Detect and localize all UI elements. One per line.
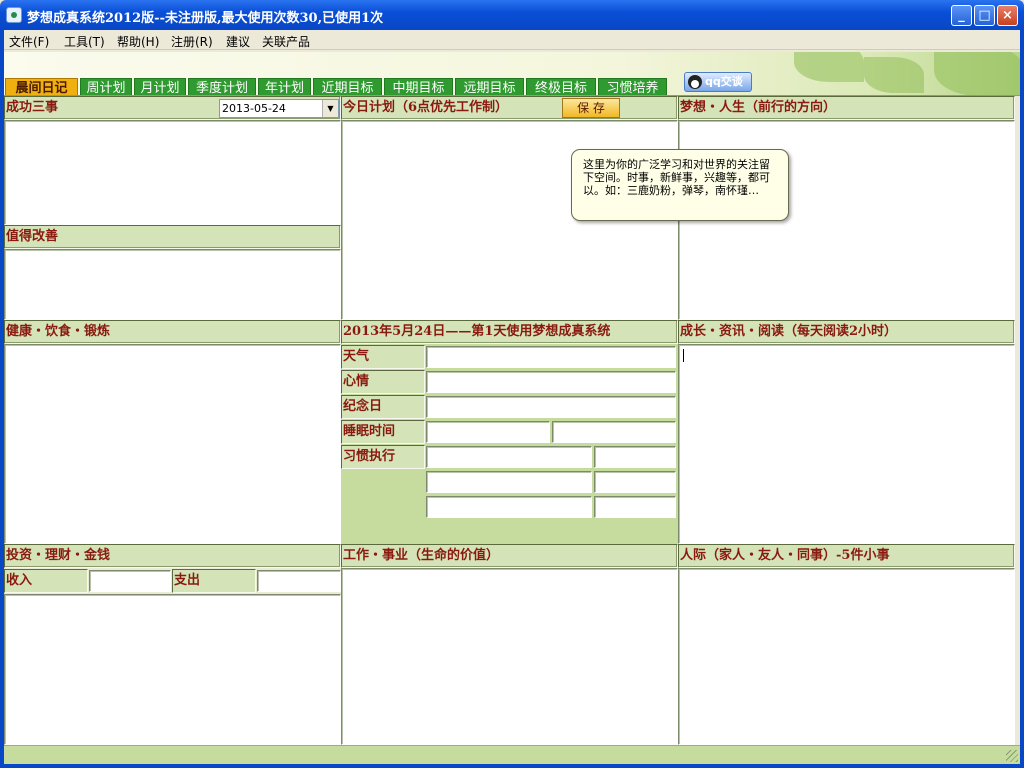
people-header: 人际（家人・友人・同事）-5件小事 (678, 544, 1015, 568)
income-label: 收入 (4, 569, 88, 593)
invest-textarea[interactable] (4, 594, 341, 745)
app-window: 梦想成真系统2012版--未注册版,最大使用次数30,已使用1次 _ □ × 文… (0, 0, 1024, 768)
menu-help[interactable]: 帮助(H) (117, 33, 159, 50)
qq-chat-label: qq交谈 (705, 75, 743, 88)
work-header: 工作・事业（生命的价值） (341, 544, 678, 568)
menu-tools[interactable]: 工具(T) (64, 33, 105, 50)
menu-suggest[interactable]: 建议 (226, 33, 250, 50)
habit-status-input[interactable] (594, 496, 676, 518)
menu-related-products[interactable]: 关联产品 (262, 33, 310, 50)
leaf-decoration (934, 52, 1020, 95)
weather-input[interactable] (426, 346, 676, 368)
maximize-button[interactable]: □ (974, 5, 995, 26)
window-frame-bottom (0, 764, 1024, 768)
habit-input[interactable] (426, 496, 592, 518)
income-input[interactable] (89, 570, 171, 592)
status-bar (4, 745, 1020, 764)
tab-year-plan[interactable]: 年计划 (258, 78, 311, 95)
expense-input[interactable] (257, 570, 341, 592)
day-header: 2013年5月24日——第1天使用梦想成真系统 (341, 320, 678, 344)
window-title: 梦想成真系统2012版--未注册版,最大使用次数30,已使用1次 (27, 11, 384, 26)
habit-input[interactable] (426, 446, 592, 468)
expense-label: 支出 (172, 569, 256, 593)
sleep-end-input[interactable] (552, 421, 676, 443)
tab-month-plan[interactable]: 月计划 (134, 78, 186, 95)
growth-textarea[interactable] (678, 344, 1015, 544)
minimize-button[interactable]: _ (951, 5, 972, 26)
tab-ultimate-goal[interactable]: 终极目标 (526, 78, 596, 95)
improve-header: 值得改善 (4, 225, 341, 249)
tab-habit[interactable]: 习惯培养 (598, 78, 667, 95)
weather-label: 天气 (341, 345, 425, 369)
title-bar[interactable]: 梦想成真系统2012版--未注册版,最大使用次数30,已使用1次 _ □ × (0, 0, 1024, 30)
app-icon[interactable] (6, 7, 22, 23)
habit-label: 习惯执行 (341, 445, 425, 469)
save-button[interactable]: 保 存 (562, 98, 620, 118)
menu-bar: 文件(F) 工具(T) 帮助(H) 注册(R) 建议 关联产品 (0, 30, 1024, 50)
tab-strip: 晨间日记 周计划 月计划 季度计划 年计划 近期目标 中期目标 远期目标 终极目… (4, 52, 1020, 96)
habit-input[interactable] (426, 471, 592, 493)
sleep-start-input[interactable] (426, 421, 550, 443)
health-textarea[interactable] (4, 344, 341, 544)
anniversary-input[interactable] (426, 396, 676, 418)
dream-header: 梦想・人生（前行的方向） (678, 96, 1015, 120)
window-frame-left (0, 30, 4, 768)
habit-status-input[interactable] (594, 471, 676, 493)
chevron-down-icon[interactable]: ▼ (322, 100, 338, 117)
tab-quarter-plan[interactable]: 季度计划 (188, 78, 256, 95)
tab-far-goal[interactable]: 远期目标 (455, 78, 524, 95)
improve-textarea[interactable] (4, 249, 341, 320)
qq-chat-button[interactable]: qq交谈 (684, 72, 752, 92)
tab-near-goal[interactable]: 近期目标 (313, 78, 382, 95)
mood-label: 心情 (341, 370, 425, 394)
people-textarea[interactable] (678, 568, 1015, 745)
leaf-decoration (864, 57, 924, 93)
plan-header: 今日计划（6点优先工作制） (341, 96, 678, 120)
menu-file[interactable]: 文件(F) (9, 33, 49, 50)
leaf-decoration (794, 52, 864, 82)
tab-mid-goal[interactable]: 中期目标 (384, 78, 453, 95)
growth-header: 成长・资讯・阅读（每天阅读2小时） (678, 320, 1015, 344)
window-frame-right (1020, 30, 1024, 768)
habit-status-input[interactable] (594, 446, 676, 468)
invest-header: 投资・理财・金钱 (4, 544, 341, 568)
success-textarea[interactable] (4, 120, 341, 225)
date-picker[interactable]: 2013-05-24 ▼ (219, 99, 339, 118)
work-textarea[interactable] (341, 568, 678, 745)
tab-morning-diary[interactable]: 晨间日记 (5, 78, 78, 95)
health-header: 健康・饮食・锻炼 (4, 320, 341, 344)
text-caret (683, 349, 684, 362)
tooltip: 这里为你的广泛学习和对世界的关注留下空间。时事，新鲜事，兴趣等，都可以。如：三鹿… (571, 149, 789, 221)
menu-register[interactable]: 注册(R) (171, 33, 213, 50)
sleep-label: 睡眠时间 (341, 420, 425, 444)
close-button[interactable]: × (997, 5, 1018, 26)
tab-week-plan[interactable]: 周计划 (80, 78, 132, 95)
qq-penguin-icon (688, 75, 702, 89)
anniversary-label: 纪念日 (341, 395, 425, 419)
resize-grip-icon[interactable] (1006, 750, 1018, 762)
date-value: 2013-05-24 (222, 102, 286, 115)
mood-input[interactable] (426, 371, 676, 393)
